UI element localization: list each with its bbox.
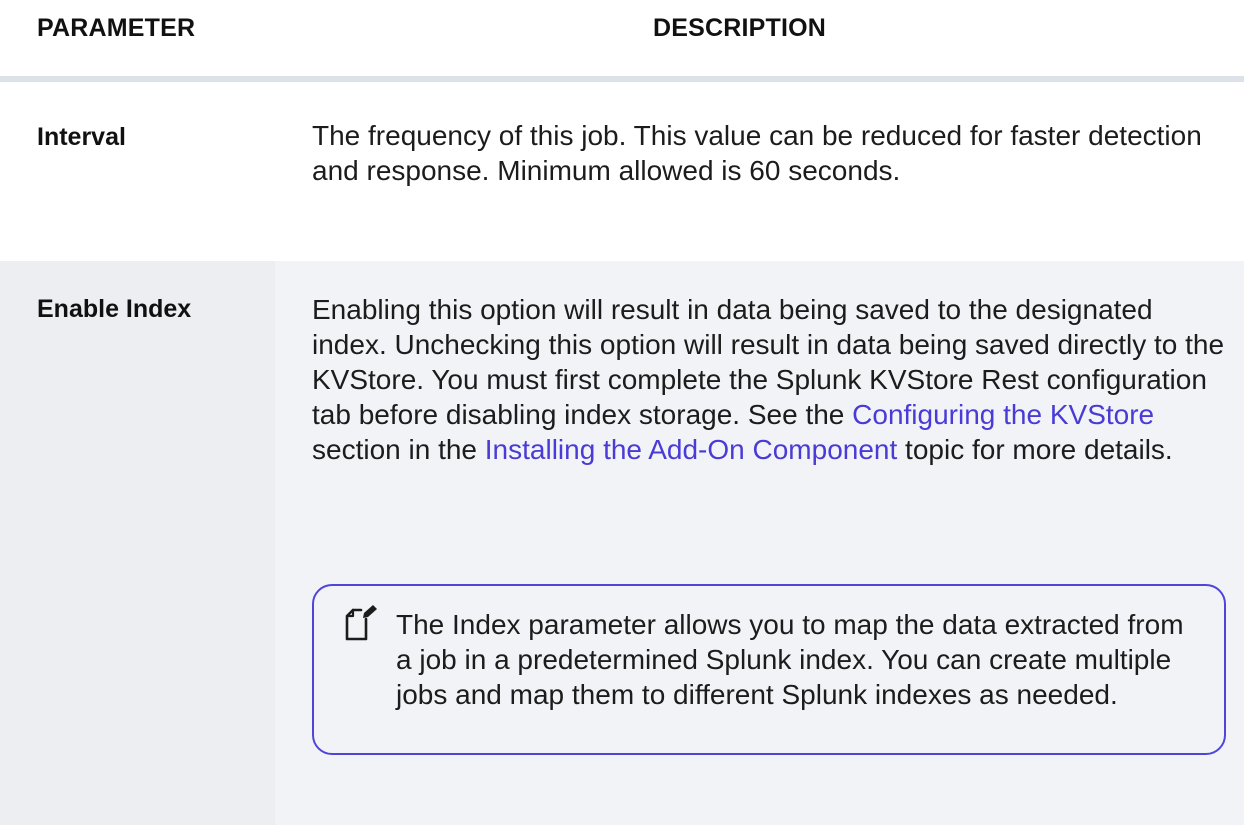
parameter-column-shade — [0, 261, 275, 825]
description-text-2: section in the — [312, 434, 485, 465]
note-pencil-icon — [345, 605, 377, 641]
param-description-enable-index: Enabling this option will result in data… — [312, 292, 1227, 467]
table-row-enable-index: Enable Index Enabling this option will r… — [0, 261, 1244, 825]
link-installing-add-on[interactable]: Installing the Add-On Component — [485, 434, 897, 465]
header-description: DESCRIPTION — [653, 14, 827, 42]
table-header: PARAMETER DESCRIPTION — [0, 0, 1244, 82]
param-description-interval: The frequency of this job. This value ca… — [312, 120, 1202, 186]
param-name-enable-index: Enable Index — [37, 295, 192, 323]
note-callout: The Index parameter allows you to map th… — [312, 584, 1226, 755]
note-text: The Index parameter allows you to map th… — [396, 609, 1184, 710]
table-row-interval: Interval The frequency of this job. This… — [0, 82, 1244, 261]
header-parameter: PARAMETER — [37, 14, 196, 42]
description-text-3: topic for more details. — [897, 434, 1173, 465]
link-configuring-kvstore[interactable]: Configuring the KVStore — [852, 399, 1154, 430]
parameter-table: PARAMETER DESCRIPTION Interval The frequ… — [0, 0, 1244, 825]
param-name-interval: Interval — [37, 123, 126, 151]
